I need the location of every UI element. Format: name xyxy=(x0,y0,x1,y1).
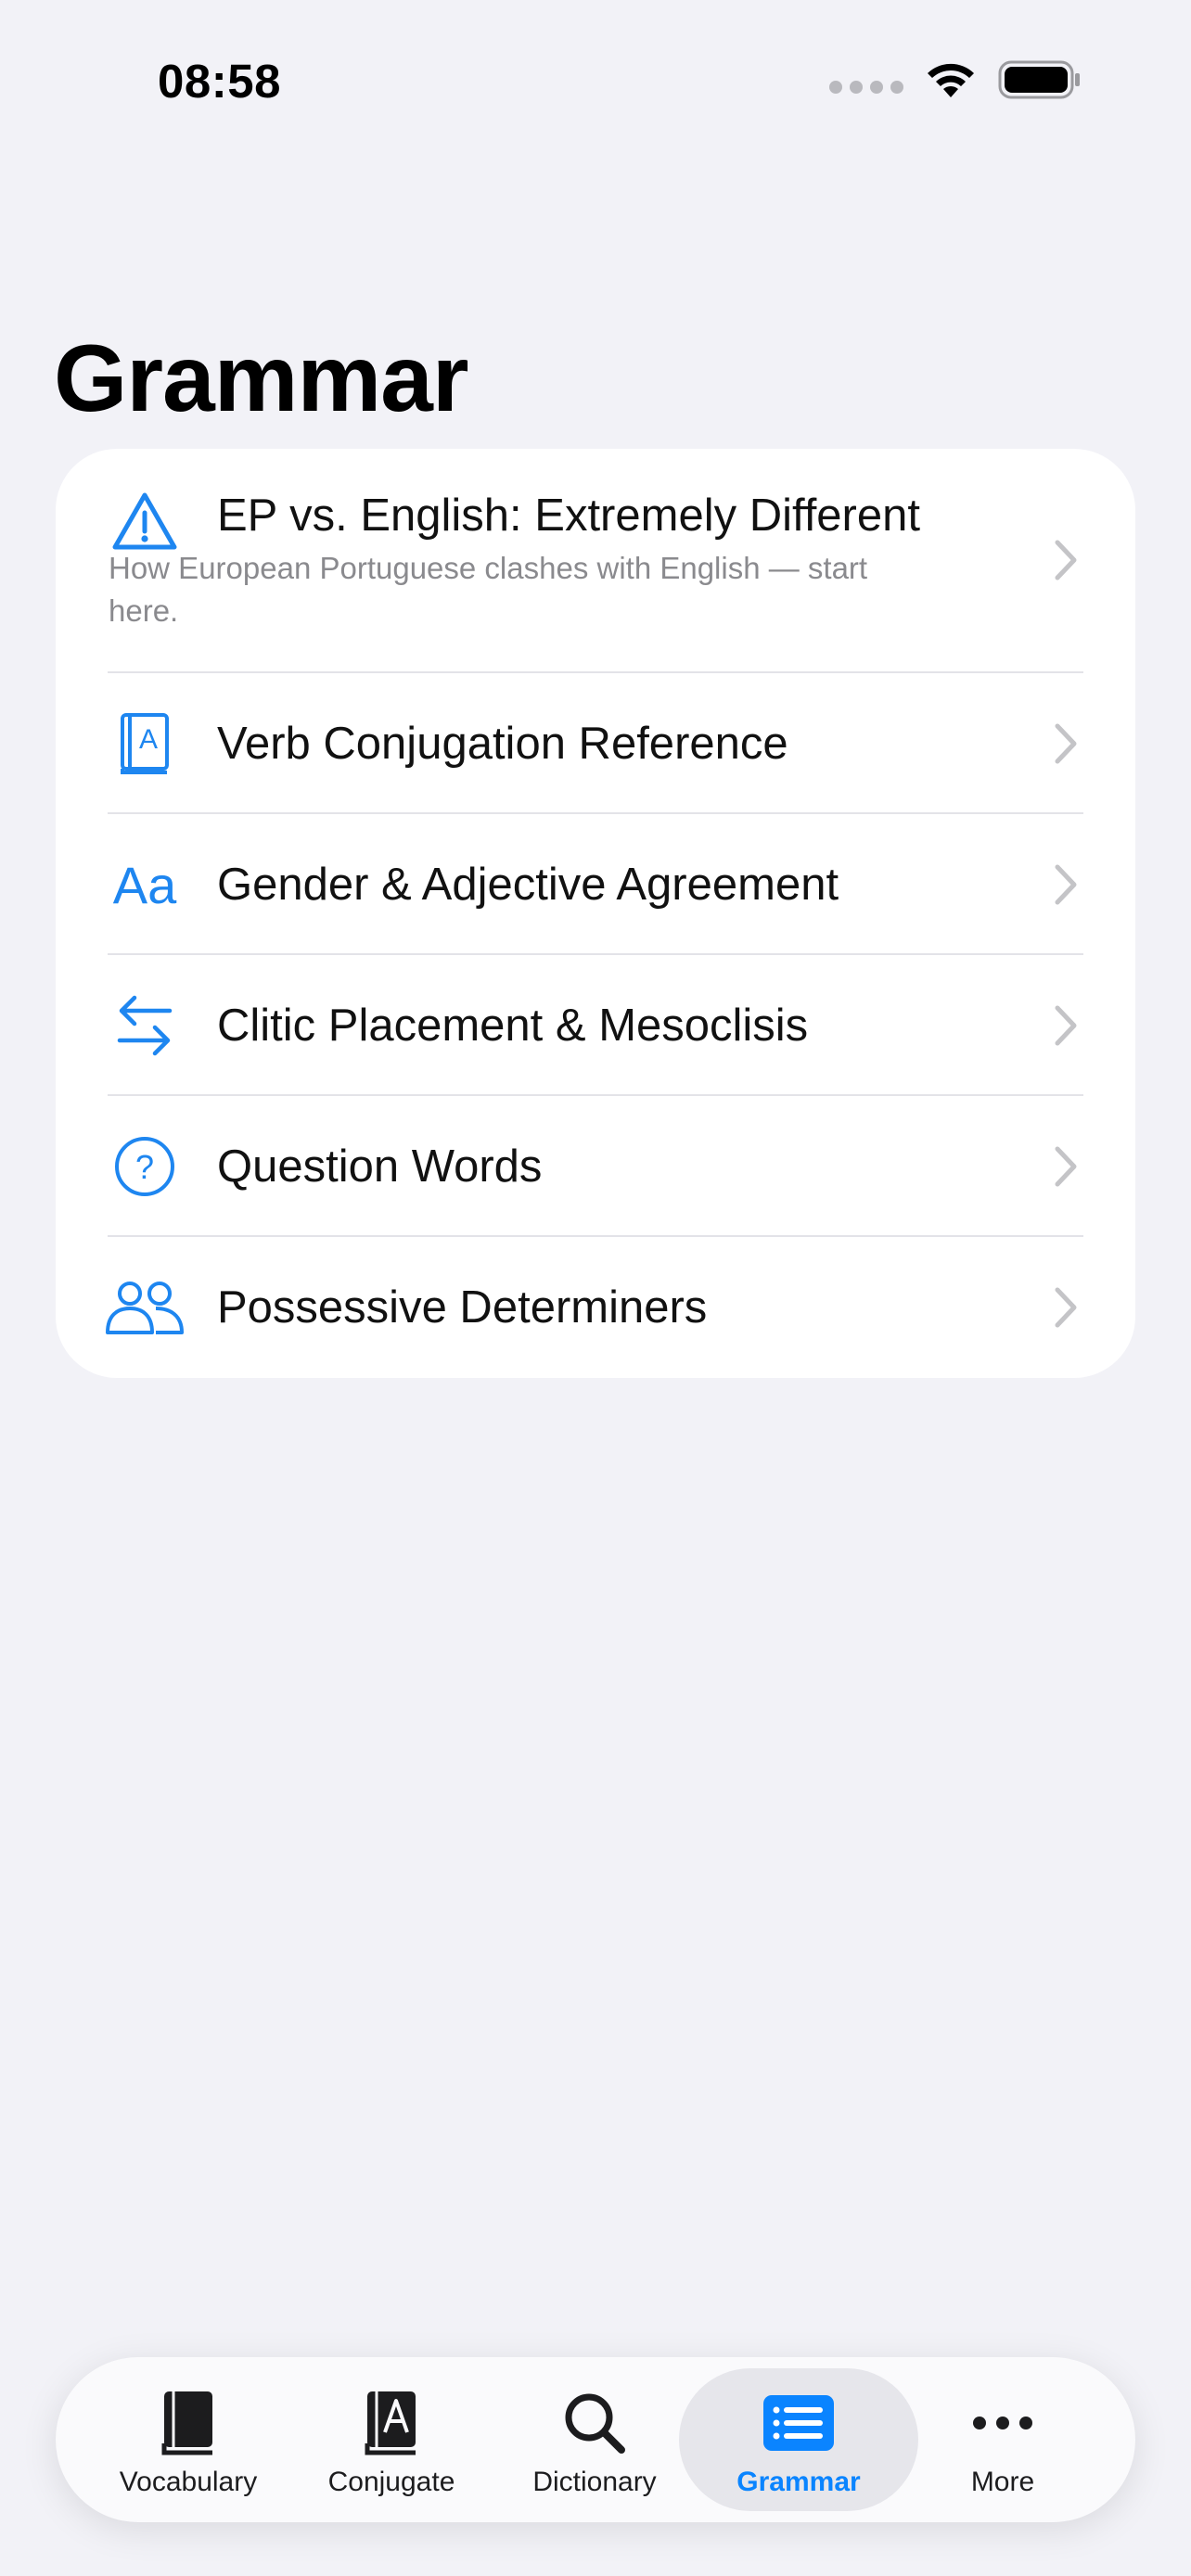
svg-text:A: A xyxy=(139,724,158,755)
magnifier-icon xyxy=(562,2389,627,2457)
chevron-right-icon xyxy=(1055,540,1077,580)
svg-text:?: ? xyxy=(135,1148,154,1186)
book-a-icon: A xyxy=(104,703,186,784)
tab-bar: Vocabulary Conjugate Dictionary Grammar … xyxy=(56,2357,1135,2522)
chevron-right-icon xyxy=(1055,1287,1077,1328)
tab-label: Grammar xyxy=(736,2467,861,2497)
ellipsis-icon xyxy=(970,2389,1035,2457)
page-title: Grammar xyxy=(54,325,469,431)
list-item-verb-conjugation[interactable]: A Verb Conjugation Reference xyxy=(56,673,1135,814)
list-item-title: Question Words xyxy=(217,1141,543,1192)
list-item-title: EP vs. English: Extremely Different xyxy=(217,491,920,541)
tab-label: More xyxy=(970,2467,1035,2497)
tab-more[interactable]: More xyxy=(883,2368,1122,2511)
battery-icon xyxy=(998,60,1080,99)
book-icon xyxy=(160,2389,216,2457)
chevron-right-icon xyxy=(1055,1146,1077,1187)
tab-label: Conjugate xyxy=(327,2467,455,2497)
list-item-title: Verb Conjugation Reference xyxy=(217,719,788,769)
list-item-possessive-determiners[interactable]: Possessive Determiners xyxy=(56,1237,1135,1378)
textformat-aa-icon: Aa xyxy=(112,855,177,914)
chevron-right-icon xyxy=(1055,864,1077,905)
grammar-topics-list: EP vs. English: Extremely Different How … xyxy=(56,449,1135,1378)
tab-label: Vocabulary xyxy=(119,2467,258,2497)
list-item-subtitle: How European Portuguese clashes with Eng… xyxy=(109,551,868,628)
two-people-icon xyxy=(104,1267,186,1348)
list-item-clitic-placement[interactable]: Clitic Placement & Mesoclisis xyxy=(56,955,1135,1096)
list-item-question-words[interactable]: ? Question Words xyxy=(56,1096,1135,1237)
list-item-title: Clitic Placement & Mesoclisis xyxy=(217,1001,809,1051)
list-item-title: Gender & Adjective Agreement xyxy=(217,860,839,910)
cellular-signal-icon xyxy=(829,81,903,94)
list-item-gender-adjective[interactable]: Aa Gender & Adjective Agreement xyxy=(56,814,1135,955)
list-item-title: Possessive Determiners xyxy=(217,1282,708,1333)
list-item-ep-vs-english[interactable]: EP vs. English: Extremely Different How … xyxy=(56,449,1135,673)
status-time: 08:58 xyxy=(158,55,281,108)
question-circle-icon: ? xyxy=(104,1126,186,1207)
arrows-swap-icon xyxy=(104,985,186,1066)
tab-label: Dictionary xyxy=(532,2467,657,2497)
chevron-right-icon xyxy=(1055,1005,1077,1046)
book-a-icon xyxy=(364,2389,419,2457)
list-icon xyxy=(762,2389,836,2457)
wifi-icon xyxy=(928,63,974,97)
chevron-right-icon xyxy=(1055,723,1077,764)
